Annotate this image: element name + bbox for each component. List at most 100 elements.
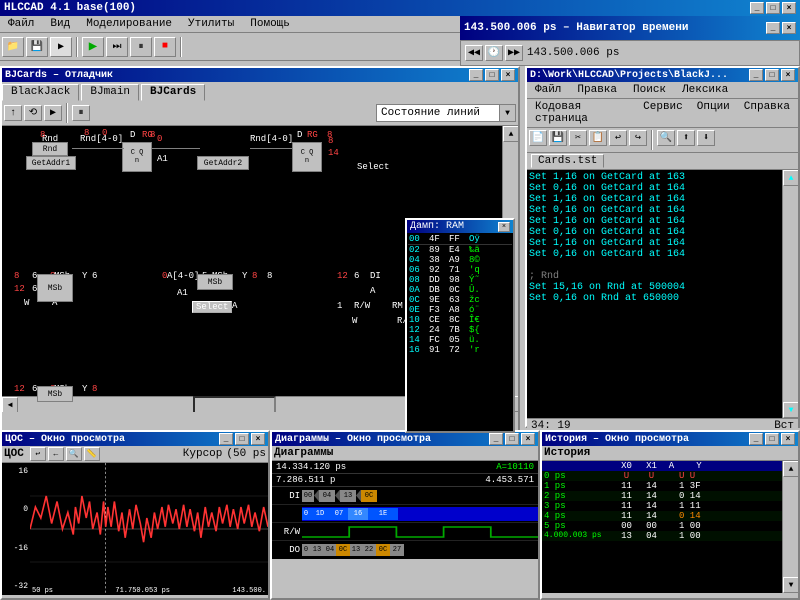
scroll-up-btn[interactable]: ▲ [503, 126, 518, 142]
diag-min[interactable]: _ [489, 433, 503, 445]
tab-bjcards[interactable]: BJCards [141, 84, 205, 101]
tsos-window: ЦОС – Окно просмотра _ □ × ЦОС ↩ ← 🔍 📏 К… [0, 430, 270, 600]
history-window: История – Окно просмотра _ □ × История X… [540, 430, 800, 600]
minimize-button[interactable]: _ [750, 2, 764, 14]
nav-clock[interactable]: 🕐 [485, 45, 503, 61]
src-tb3[interactable]: ✂ [569, 130, 587, 146]
tsos-tb4[interactable]: 📏 [84, 447, 100, 461]
bjcards-toolbar: ↑ ⟲ ▶ ⏸ Состояние линий ▼ [2, 101, 518, 126]
toolbar-btn-1[interactable]: 📁 [2, 37, 24, 57]
menu-help[interactable]: Помощь [246, 17, 294, 31]
diagram-titlebar: Диаграммы – Окно просмотра _ □ × [272, 432, 538, 446]
nav-forward[interactable]: ▶▶ [505, 45, 523, 61]
src-menu-service[interactable]: Сервис [639, 100, 687, 126]
damp-window: Дамп: RAM × 00 4F FF Oÿ 02 89 E4 ‰ä 04 3… [405, 218, 515, 433]
bjcards-maximize[interactable]: □ [485, 69, 499, 81]
tab-blackjack[interactable]: BlackJack [2, 84, 79, 101]
toolbar-run[interactable]: ▶ [82, 37, 104, 57]
toolbar-stop[interactable]: ■ [154, 37, 176, 57]
bj-btn1[interactable]: ↑ [4, 105, 22, 121]
sch-getaddr1: GetAddr1 [26, 156, 76, 170]
hist-max[interactable]: □ [765, 433, 779, 445]
tsos-waveform: 50 ps 71.750.053 ps 143.500. [30, 463, 268, 595]
src-tb8[interactable]: ⬆ [677, 130, 695, 146]
src-scrollbar[interactable]: ▲ ▼ [782, 170, 798, 418]
tsos-tb2[interactable]: ← [48, 447, 64, 461]
src-menu-help[interactable]: Справка [740, 100, 794, 126]
menu-view[interactable]: Вид [46, 17, 74, 31]
src-tb9[interactable]: ⬇ [697, 130, 715, 146]
damp-title: Дамп: RAM [410, 221, 464, 232]
src-tb4[interactable]: 📋 [589, 130, 607, 146]
bj-btn4[interactable]: ⏸ [72, 105, 90, 121]
menu-modeling[interactable]: Моделирование [82, 17, 176, 31]
src-menu-edit[interactable]: Правка [573, 83, 621, 97]
select-label-1: Select [357, 162, 389, 172]
tsos-tb3[interactable]: 🔍 [66, 447, 82, 461]
src-tb1[interactable]: 📄 [529, 130, 547, 146]
toolbar-btn-3[interactable]: ▶ [50, 37, 72, 57]
diagram-rw-row: R/W [272, 523, 538, 541]
select-main-box[interactable]: Select [193, 396, 276, 412]
bj-btn2[interactable]: ⟲ [24, 105, 42, 121]
scroll-left-btn[interactable]: ◀ [2, 397, 18, 412]
bjcards-minimize[interactable]: _ [469, 69, 483, 81]
sch-getaddr2: GetAddr2 [197, 156, 249, 170]
src-max[interactable]: □ [765, 69, 779, 81]
diag-max[interactable]: □ [505, 433, 519, 445]
src-scroll-up[interactable]: ▲ [783, 170, 798, 186]
select-label-2[interactable]: Select [192, 301, 232, 313]
hist-scrollbar[interactable]: ▲ ▼ [782, 461, 798, 593]
hist-close[interactable]: × [781, 433, 795, 445]
source-window: D:\Work\HLCCAD\Projects\BlackJ... _ □ × … [525, 66, 800, 428]
diagram-signals: DI 00 04 13 0C 0 1D 07 [272, 487, 538, 559]
toolbar-step[interactable]: ⏭ [106, 37, 128, 57]
damp-close[interactable]: × [498, 222, 510, 232]
bjcards-titlebar: BJCards – Отладчик _ □ × [2, 68, 518, 82]
tsos-cursor-value: (50 ps [226, 448, 266, 460]
state-combo[interactable]: Состояние линий ▼ [376, 104, 516, 122]
tsos-max[interactable]: □ [235, 433, 249, 445]
maximize-button[interactable]: □ [766, 2, 780, 14]
sch-ff1: C Q n [122, 142, 152, 172]
src-tb7[interactable]: 🔍 [657, 130, 675, 146]
source-content[interactable]: Set 1,16 on GetCard at 163 Set 0,16 on G… [527, 170, 798, 418]
src-menu-codepage[interactable]: Кодовая страница [531, 100, 633, 126]
src-menu-options[interactable]: Опции [693, 100, 734, 126]
timenav-close[interactable]: × [782, 22, 796, 34]
time-nav-title: 143.500.006 ps – Навигатор времени _ × [460, 16, 800, 40]
nav-back[interactable]: ◀◀ [465, 45, 483, 61]
src-scroll-down[interactable]: ▼ [783, 402, 798, 418]
state-combo-arrow[interactable]: ▼ [499, 105, 515, 121]
src-tb6[interactable]: ↪ [629, 130, 647, 146]
src-menu-file[interactable]: Файл [531, 83, 565, 97]
src-menu-lex[interactable]: Лексика [678, 83, 732, 97]
tsos-tb1[interactable]: ↩ [30, 447, 46, 461]
diag-close[interactable]: × [521, 433, 535, 445]
diagram-toolbar: Диаграммы [272, 446, 538, 461]
menu-file[interactable]: Файл [4, 17, 38, 31]
bj-btn3[interactable]: ▶ [44, 105, 62, 121]
hist-scroll-down[interactable]: ▼ [783, 577, 798, 593]
toolbar-btn-2[interactable]: 💾 [26, 37, 48, 57]
tab-bjmain[interactable]: BJmain [81, 84, 139, 101]
hist-row-2: 2 ps 11 14 0 14 [542, 491, 798, 501]
hist-row-3: 3 ps 11 14 1 11 [542, 501, 798, 511]
src-tb5[interactable]: ↩ [609, 130, 627, 146]
source-file-tab[interactable]: Cards.tst [531, 154, 604, 168]
src-close[interactable]: × [781, 69, 795, 81]
tsos-titlebar: ЦОС – Окно просмотра _ □ × [2, 432, 268, 446]
src-min[interactable]: _ [749, 69, 763, 81]
tsos-close[interactable]: × [251, 433, 265, 445]
menu-utils[interactable]: Утилиты [184, 17, 238, 31]
src-tb2[interactable]: 💾 [549, 130, 567, 146]
hist-scroll-up[interactable]: ▲ [783, 461, 798, 477]
close-button[interactable]: × [782, 2, 796, 14]
toolbar-pause[interactable]: ⏸ [130, 37, 152, 57]
src-menu-search[interactable]: Поиск [629, 83, 670, 97]
hist-min[interactable]: _ [749, 433, 763, 445]
timenav-minimize[interactable]: _ [766, 22, 780, 34]
source-menubar1: Файл Правка Поиск Лексика [527, 82, 798, 99]
tsos-min[interactable]: _ [219, 433, 233, 445]
bjcards-close[interactable]: × [501, 69, 515, 81]
